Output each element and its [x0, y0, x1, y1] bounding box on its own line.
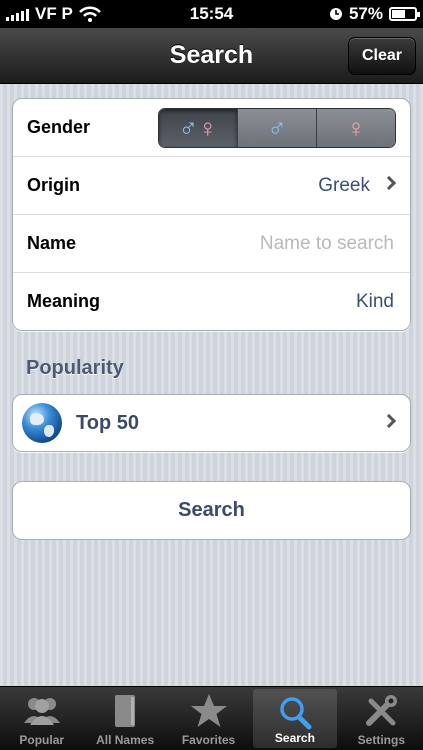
tab-search[interactable]: Search — [253, 689, 337, 748]
gender-option-both[interactable]: ♂♀ ♂♀ — [159, 109, 237, 147]
tab-label: Favorites — [181, 733, 236, 747]
gender-option-male[interactable]: ♂ — [237, 109, 316, 147]
tab-bar: Popular All Names Favorites Search Setti… — [0, 686, 423, 750]
battery-icon — [389, 7, 420, 21]
popularity-item-label: Top 50 — [76, 412, 139, 434]
star-icon — [190, 694, 227, 727]
chevron-right-icon — [381, 413, 397, 429]
tab-popular[interactable]: Popular — [0, 687, 83, 750]
name-input[interactable] — [164, 229, 394, 259]
popularity-header: Popularity — [26, 357, 124, 379]
clock-icon — [329, 8, 342, 20]
origin-value: Greek — [318, 175, 370, 196]
book-icon — [115, 695, 136, 727]
female-icon: ♀ — [198, 112, 218, 143]
gender-option-female[interactable]: ♀ — [316, 109, 395, 147]
battery-percent: 57% — [348, 4, 383, 23]
search-form: Gender ♂♀ ♂♀ ♂ ♀ Origin Greek Name Meani… — [12, 98, 411, 331]
origin-row[interactable]: Origin Greek — [13, 157, 410, 215]
tab-label: Search — [274, 731, 315, 745]
people-icon — [23, 698, 60, 725]
tab-all-names[interactable]: All Names — [83, 687, 166, 750]
origin-label: Origin — [27, 175, 80, 195]
male-icon: ♂ — [178, 112, 199, 143]
gender-label: Gender — [27, 117, 91, 137]
name-row: Name — [13, 215, 410, 273]
meaning-label: Meaning — [27, 291, 101, 311]
status-right: 57% — [329, 4, 420, 24]
gender-segmented-control: ♂♀ ♂♀ ♂ ♀ — [158, 108, 396, 148]
search-button[interactable]: Search — [12, 481, 411, 540]
meaning-row[interactable]: Meaning Kind — [13, 273, 410, 331]
tab-label: Popular — [19, 733, 65, 747]
search-icon — [280, 697, 312, 730]
clear-button[interactable]: Clear — [348, 37, 416, 75]
tab-favorites[interactable]: Favorites — [167, 687, 250, 750]
male-icon: ♂ — [267, 112, 287, 143]
popularity-top-50-row[interactable]: Top 50 — [12, 394, 411, 452]
name-label: Name — [27, 233, 77, 253]
navigation-bar: Search Clear — [0, 28, 423, 84]
globe-icon — [22, 403, 62, 443]
status-bar: VF P 15:54 57% — [0, 0, 423, 28]
gender-row: Gender ♂♀ ♂♀ ♂ ♀ — [13, 99, 410, 157]
tab-label: Settings — [357, 733, 405, 747]
tab-settings[interactable]: Settings — [340, 687, 423, 750]
female-icon: ♀ — [346, 112, 366, 143]
chevron-right-icon — [381, 175, 397, 191]
tab-label: All Names — [96, 733, 155, 747]
meaning-value: Kind — [355, 291, 394, 312]
tools-icon — [366, 695, 398, 726]
